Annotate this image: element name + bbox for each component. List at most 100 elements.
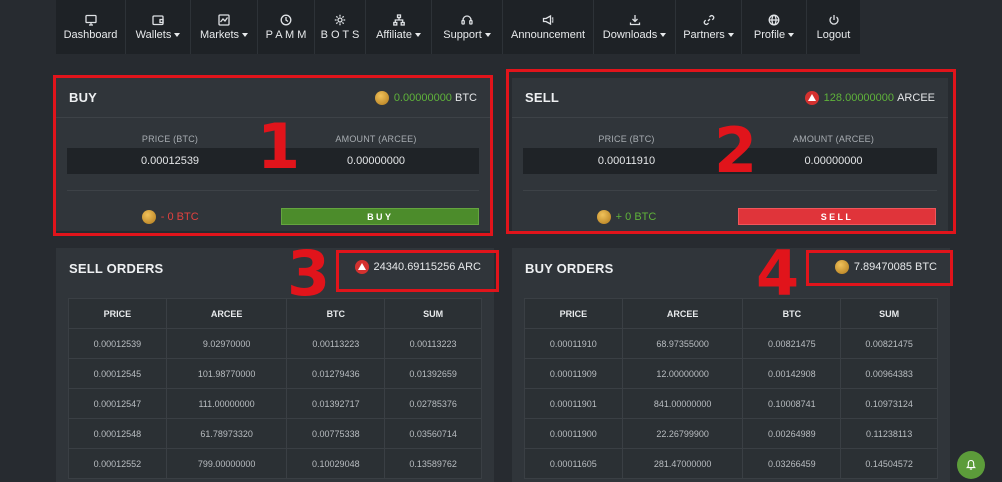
- table-cell: 0.00011605: [524, 448, 623, 479]
- column-header[interactable]: SUM: [840, 298, 938, 329]
- nav-item-announcement[interactable]: Announcement: [503, 0, 594, 54]
- caret-down-icon: [727, 32, 734, 37]
- bell-icon: [966, 459, 976, 470]
- table-cell: 61.78973320: [165, 418, 288, 449]
- clock-icon: [279, 14, 293, 26]
- table-row[interactable]: 0.00012539 9.02970000 0.00113223 0.00113223: [68, 328, 482, 359]
- nav-label-text: Partners: [683, 28, 725, 41]
- nav-label-text: P A M M: [265, 28, 307, 41]
- nav-item-downloads[interactable]: Downloads: [594, 0, 676, 54]
- table-cell: 0.00012539: [68, 328, 167, 359]
- table-row[interactable]: 0.00012552 799.00000000 0.10029048 0.135897…: [68, 448, 482, 479]
- table-cell: 0.00011909: [524, 358, 623, 389]
- caret-down-icon: [484, 32, 491, 37]
- table-cell: 0.00113223: [384, 328, 482, 359]
- nav-item-bots[interactable]: B O T S: [315, 0, 366, 54]
- table-cell: 0.03266459: [742, 448, 842, 479]
- caret-down-icon: [174, 32, 181, 37]
- nav-item-label: Profile: [754, 29, 795, 41]
- table-row[interactable]: 0.00011900 22.26799900 0.00264989 0.1123811…: [524, 418, 938, 449]
- table-cell: 9.02970000: [165, 328, 288, 359]
- table-cell: 0.00012552: [68, 448, 167, 479]
- sitemap-icon: [392, 13, 406, 26]
- nav-label-text: Support: [443, 28, 482, 41]
- table-cell: 111.00000000: [165, 388, 288, 419]
- table-header-row: PRICE ARCEE BTC SUM: [68, 298, 482, 329]
- nav-item-partners[interactable]: Partners: [676, 0, 742, 54]
- table-cell: 101.98770000: [165, 358, 288, 389]
- buy-orders-title: BUY ORDERS: [525, 260, 614, 276]
- table-cell: 0.14504572: [840, 448, 938, 479]
- table-cell: 0.01392659: [384, 358, 482, 389]
- table-cell: 0.01279436: [286, 358, 386, 389]
- sell-orders-table: PRICE ARCEE BTC SUM 0.00012539 9.02970000 0.00…: [68, 298, 482, 479]
- nav-item-logout[interactable]: Logout: [807, 0, 860, 54]
- table-row[interactable]: 0.00012547 111.00000000 0.01392717 0.027853…: [68, 388, 482, 419]
- nav-item-dashboard[interactable]: Dashboard: [56, 0, 126, 54]
- table-row[interactable]: 0.00011910 68.97355000 0.00821475 0.0082147…: [524, 328, 938, 359]
- table-cell: 0.10008741: [742, 388, 842, 419]
- table-cell: 0.00964383: [840, 358, 938, 389]
- table-cell: 0.00011910: [524, 328, 623, 359]
- table-row[interactable]: 0.00012548 61.78973320 0.00775338 0.0356071…: [68, 418, 482, 449]
- column-header[interactable]: ARCEE: [165, 298, 288, 329]
- table-cell: 0.02785376: [384, 388, 482, 419]
- sell-orders-title: SELL ORDERS: [69, 260, 164, 276]
- nav-item-label: Partners: [683, 29, 734, 41]
- caret-down-icon: [242, 32, 249, 37]
- annotation-number-2: 2: [714, 114, 758, 187]
- nav-item-profile[interactable]: Profile: [742, 0, 807, 54]
- table-cell: 22.26799900: [621, 418, 744, 449]
- table-cell: 0.13589762: [384, 448, 482, 479]
- table-cell: 841.00000000: [621, 388, 744, 419]
- nav-item-label: B O T S: [321, 29, 360, 41]
- table-cell: 0.00012548: [68, 418, 167, 449]
- column-header[interactable]: PRICE: [524, 298, 623, 329]
- headset-icon: [460, 14, 474, 26]
- table-cell: 0.00821475: [742, 328, 842, 359]
- globe-icon: [767, 14, 781, 26]
- caret-down-icon: [788, 32, 795, 37]
- table-cell: 0.00264989: [742, 418, 842, 449]
- table-header-row: PRICE ARCEE BTC SUM: [524, 298, 938, 329]
- table-row[interactable]: 0.00012545 101.98770000 0.01279436 0.013926…: [68, 358, 482, 389]
- table-cell: 0.00821475: [840, 328, 938, 359]
- top-nav: Dashboard Wallets Markets P A M M B O T S Aff…: [56, 0, 860, 54]
- notification-bell-button[interactable]: [957, 451, 985, 479]
- column-header[interactable]: PRICE: [68, 298, 167, 329]
- table-cell: 0.00775338: [286, 418, 386, 449]
- nav-item-wallets[interactable]: Wallets: [126, 0, 191, 54]
- annotation-box-3: [336, 250, 499, 292]
- table-cell: 281.47000000: [621, 448, 744, 479]
- nav-item-markets[interactable]: Markets: [191, 0, 258, 54]
- nav-item-label: Markets: [200, 29, 249, 41]
- nav-label-text: Downloads: [602, 28, 658, 41]
- table-row[interactable]: 0.00011605 281.47000000 0.03266459 0.145045…: [524, 448, 938, 479]
- table-cell: 0.10029048: [286, 448, 386, 479]
- nav-label-text: Wallets: [135, 28, 172, 41]
- nav-item-support[interactable]: Support: [432, 0, 503, 54]
- annotation-box-4: [806, 250, 953, 286]
- table-cell: 0.00142908: [742, 358, 842, 389]
- caret-down-icon: [414, 32, 421, 37]
- power-icon: [827, 14, 841, 26]
- table-row[interactable]: 0.00011909 12.00000000 0.00142908 0.0096438…: [524, 358, 938, 389]
- nav-item-affiliate[interactable]: Affiliate: [366, 0, 432, 54]
- nav-item-pamm[interactable]: P A M M: [258, 0, 315, 54]
- table-cell: 799.00000000: [165, 448, 288, 479]
- table-cell: 0.00012547: [68, 388, 167, 419]
- gear-icon: [333, 14, 347, 26]
- nav-item-label: Downloads: [602, 28, 667, 41]
- annotation-number-1: 1: [257, 110, 301, 183]
- table-row[interactable]: 0.00011901 841.00000000 0.10008741 0.109731…: [524, 388, 938, 419]
- wallet-icon: [151, 14, 165, 26]
- nav-item-label: Affiliate: [376, 29, 421, 41]
- column-header[interactable]: ARCEE: [621, 298, 744, 329]
- table-cell: 0.01392717: [286, 388, 386, 419]
- caret-down-icon: [660, 32, 667, 37]
- nav-item-label: Dashboard: [64, 29, 118, 41]
- column-header[interactable]: SUM: [384, 298, 482, 329]
- nav-label-text: Affiliate: [376, 28, 412, 41]
- nav-item-label: Logout: [817, 29, 851, 41]
- table-cell: 68.97355000: [621, 328, 744, 359]
